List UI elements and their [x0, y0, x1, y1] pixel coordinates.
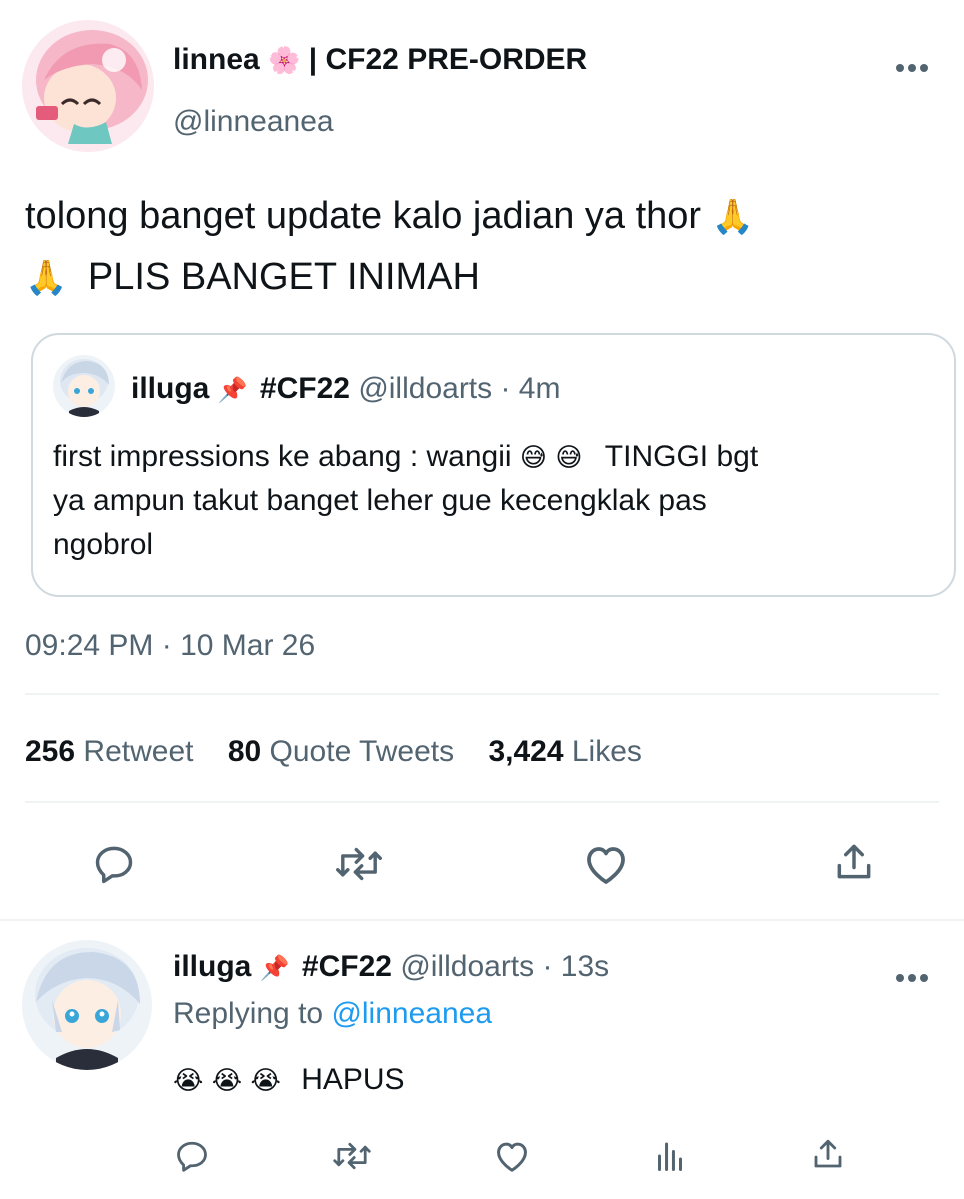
likes-stat[interactable]: 3,424 Likes: [488, 735, 641, 768]
share-button[interactable]: [830, 838, 878, 886]
quote-label: Quote Tweets: [269, 735, 455, 768]
reply-icon: [177, 1141, 207, 1172]
main-tweet-text: tolong banget update kalo jadian ya thor…: [25, 186, 945, 308]
share-icon: [814, 1139, 842, 1168]
share-icon: [837, 844, 871, 879]
likes-count: 3,424: [488, 735, 564, 768]
cry-emoji: 😭: [211, 1065, 243, 1095]
cry-emoji: 😭: [173, 1065, 204, 1095]
likes-label: Likes: [571, 735, 642, 768]
main-tweet-line1: tolong banget update kalo jadian ya thor…: [25, 186, 945, 247]
avatar-linnea-image: [22, 20, 154, 152]
reply-hashtag: #CF22: [301, 950, 392, 983]
divider: [25, 801, 939, 803]
flower-emoji: 🌸: [268, 45, 301, 75]
share-button[interactable]: [808, 1134, 848, 1174]
main-tweet-text-line2: PLIS BANGET INIMAH: [87, 256, 480, 298]
avatar-linnea[interactable]: [22, 20, 154, 152]
pin-emoji: 📌: [217, 377, 248, 404]
reply-text: HAPUS: [301, 1063, 405, 1096]
avatar-illuga[interactable]: [22, 940, 152, 1070]
quoted-tweet-text: first impressions ke abang : wangii 😅 😅 …: [53, 435, 933, 567]
quoted-author-line: illuga 📌 #CF22 @illdoarts · 4m: [131, 371, 560, 409]
like-button[interactable]: [491, 1136, 533, 1176]
replying-to-line: Replying to @linneanea: [173, 996, 492, 1032]
main-author-handle[interactable]: @linneanea: [173, 104, 334, 140]
main-author-name[interactable]: linnea: [173, 43, 260, 76]
more-icon[interactable]: [894, 960, 930, 990]
quoted-line1: first impressions ke abang : wangii 😅 😅 …: [53, 435, 933, 479]
reply-author-line: illuga 📌 #CF22 @illdoarts · 13s: [173, 949, 609, 987]
reply-handle[interactable]: @illdoarts: [400, 950, 534, 983]
quoted-tweet-card[interactable]: illuga 📌 #CF22 @illdoarts · 4m first imp…: [31, 333, 956, 597]
main-tweet-line2: 🙏 PLIS BANGET INIMAH: [25, 247, 945, 308]
quote-stat[interactable]: 80 Quote Tweets: [228, 735, 463, 768]
more-icon[interactable]: [894, 50, 930, 80]
quoted-text-line1-end: TINGGI bgt: [604, 440, 759, 473]
reply-tweet-text: 😭 😭 😭 HAPUS: [173, 1060, 405, 1100]
pray-emoji: 🙏: [711, 198, 754, 236]
retweet-button[interactable]: [331, 840, 387, 888]
main-tweet-timestamp[interactable]: 09:24 PM · 10 Mar 26: [25, 628, 315, 664]
quoted-text-line2: ya ampun takut banget leher gue kecengkl…: [53, 484, 707, 517]
quoted-handle: @illdoarts: [358, 372, 493, 405]
quote-count: 80: [227, 735, 262, 768]
like-button[interactable]: [580, 840, 632, 888]
reply-author-name[interactable]: illuga: [173, 950, 251, 983]
reply-time[interactable]: · 13s: [542, 950, 609, 983]
views-icon: [658, 1142, 682, 1171]
main-author-name-suffix: | CF22 PRE-ORDER: [308, 43, 588, 76]
quoted-text-line1: first impressions ke abang : wangii: [53, 440, 512, 473]
avatar-illuga-small[interactable]: [53, 355, 115, 417]
reply-button[interactable]: [172, 1136, 212, 1176]
quoted-text-line3: ngobrol: [53, 528, 154, 561]
retweet-count: 256: [25, 735, 76, 768]
pin-emoji: 📌: [259, 955, 290, 982]
retweet-icon: [336, 847, 382, 881]
replying-to-label: Replying to: [173, 997, 324, 1030]
replying-to-handle[interactable]: @linneanea: [331, 997, 492, 1030]
heart-icon: [587, 847, 625, 884]
divider: [0, 919, 964, 921]
retweet-button[interactable]: [329, 1136, 375, 1176]
quoted-time: · 4m: [500, 372, 561, 405]
divider: [25, 693, 939, 695]
sweat-smile-emoji: 😅: [555, 442, 583, 472]
avatar-illuga-image: [22, 940, 152, 1070]
retweet-icon: [333, 1142, 371, 1170]
retweet-stat[interactable]: 256 Retweet: [25, 735, 202, 768]
sweat-smile-emoji: 😅: [519, 442, 547, 472]
heart-icon: [497, 1142, 527, 1172]
main-author-line: linnea 🌸 | CF22 PRE-ORDER: [173, 42, 587, 78]
reply-icon: [95, 846, 133, 884]
retweet-label: Retweet: [83, 735, 194, 768]
quoted-author-name: illuga: [131, 372, 210, 405]
main-tweet-text-line1: tolong banget update kalo jadian ya thor: [25, 195, 702, 237]
tweet-stats: 256 Retweet 80 Quote Tweets 3,424 Likes: [25, 734, 642, 770]
pray-emoji: 🙏: [25, 259, 68, 297]
avatar-illuga-small-image: [53, 355, 115, 417]
cry-emoji: 😭: [250, 1065, 281, 1095]
views-button[interactable]: [650, 1136, 690, 1176]
reply-button[interactable]: [90, 840, 138, 888]
quoted-hashtag: #CF22: [259, 372, 350, 405]
